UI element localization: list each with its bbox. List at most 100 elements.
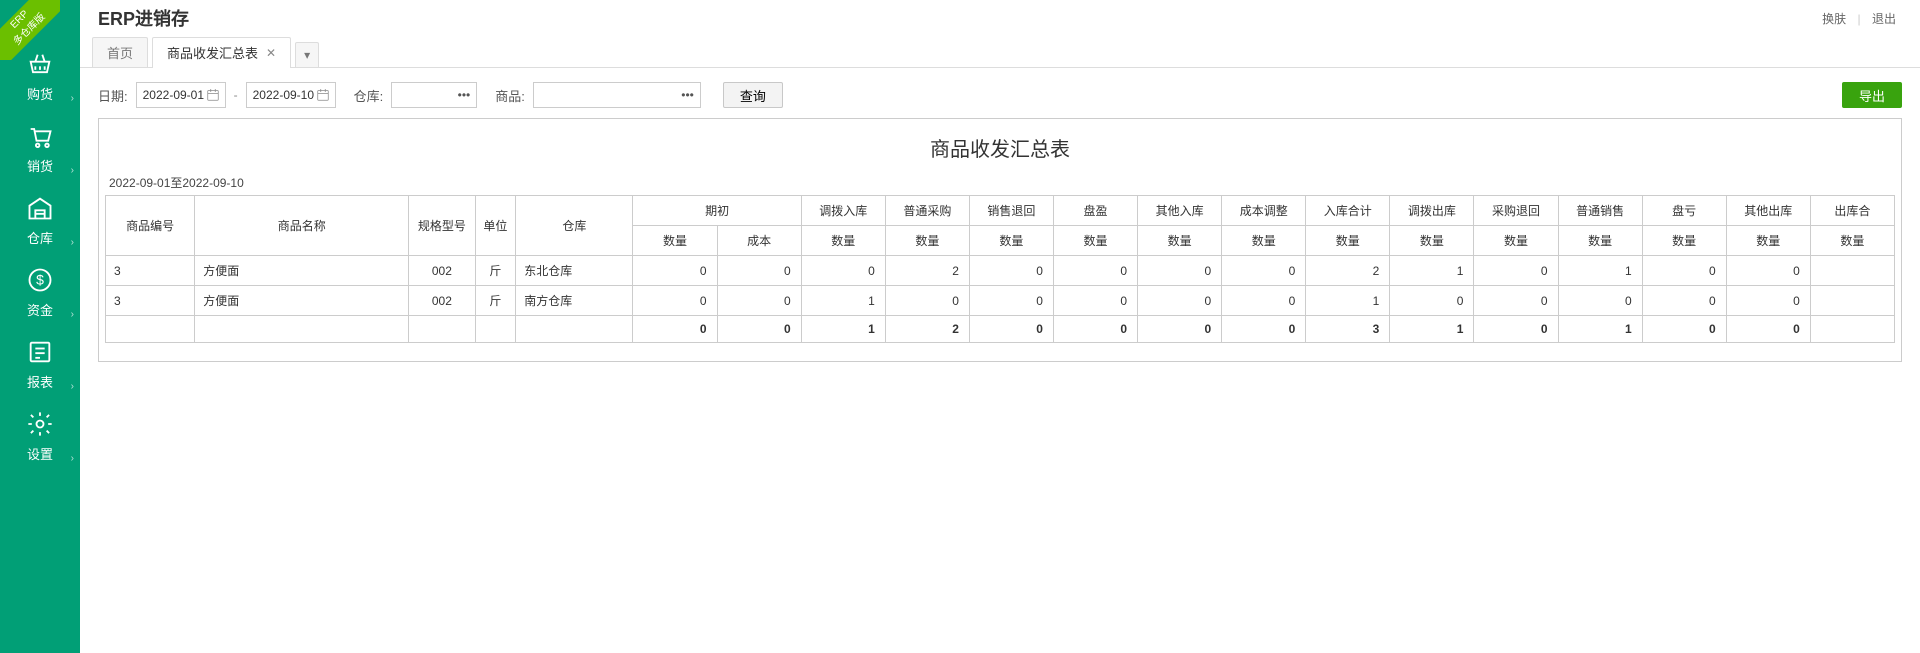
cell-value: 0 xyxy=(1053,256,1137,286)
cell-total xyxy=(1810,316,1894,343)
chevron-right-icon: › xyxy=(71,453,74,464)
query-button[interactable]: 查询 xyxy=(723,82,783,108)
table-header: 普通采购 xyxy=(885,196,969,226)
sidebar: 购货›销货›仓库›$资金›报表›设置› xyxy=(0,0,80,653)
date-from-value: 2022-09-01 xyxy=(143,88,204,102)
table-header: 销售退回 xyxy=(969,196,1053,226)
table-header: 其他出库 xyxy=(1726,196,1810,226)
calendar-icon[interactable] xyxy=(207,89,219,101)
cell-total: 0 xyxy=(1726,316,1810,343)
table-subheader: 数量 xyxy=(801,226,885,256)
table-header: 仓库 xyxy=(516,196,633,256)
cell-warehouse: 南方仓库 xyxy=(516,286,633,316)
cell-value: 0 xyxy=(717,286,801,316)
close-icon[interactable]: ✕ xyxy=(266,46,276,60)
cell-name: 方便面 xyxy=(195,286,409,316)
calendar-icon[interactable] xyxy=(317,89,329,101)
table-header: 商品名称 xyxy=(195,196,409,256)
table-header: 盘盈 xyxy=(1053,196,1137,226)
cart-icon xyxy=(26,122,54,150)
table-header: 调拨入库 xyxy=(801,196,885,226)
header: ERP进销存 换肤 | 退出 xyxy=(80,0,1920,36)
cell-spec: 002 xyxy=(409,286,475,316)
chevron-right-icon: › xyxy=(71,381,74,392)
cell-total xyxy=(516,316,633,343)
cell-value: 0 xyxy=(1726,256,1810,286)
report-table-scroll[interactable]: 商品编号商品名称规格型号单位仓库期初调拨入库普通采购销售退回盘盈其他入库成本调整… xyxy=(105,195,1895,343)
sidebar-item-warehouse[interactable]: 仓库› xyxy=(0,184,80,256)
cell-value: 0 xyxy=(1474,286,1558,316)
sidebar-item-money[interactable]: $资金› xyxy=(0,256,80,328)
ellipsis-icon[interactable]: ••• xyxy=(681,88,694,102)
table-subheader: 数量 xyxy=(1558,226,1642,256)
cell-value: 2 xyxy=(1306,256,1390,286)
cell-value: 0 xyxy=(1642,256,1726,286)
sidebar-item-label: 销货 xyxy=(27,156,53,175)
cell-value: 0 xyxy=(1222,286,1306,316)
cell-total: 0 xyxy=(1053,316,1137,343)
cell-total: 0 xyxy=(633,316,717,343)
cell-total: 0 xyxy=(1642,316,1726,343)
cell-value: 2 xyxy=(885,256,969,286)
product-label: 商品: xyxy=(495,86,525,105)
app-title: ERP进销存 xyxy=(98,5,189,31)
cell-spec: 002 xyxy=(409,256,475,286)
table-header: 出库合 xyxy=(1810,196,1894,226)
sidebar-item-label: 仓库 xyxy=(27,228,53,247)
tabs-menu-button[interactable]: ▾ xyxy=(295,42,319,67)
tab-label: 首页 xyxy=(107,43,133,62)
table-subheader: 数量 xyxy=(885,226,969,256)
table-subheader: 成本 xyxy=(717,226,801,256)
export-button[interactable]: 导出 xyxy=(1842,82,1902,108)
cell-total: 0 xyxy=(1474,316,1558,343)
table-row[interactable]: 3方便面002斤南方仓库00100000100000 xyxy=(106,286,1895,316)
sidebar-item-gear[interactable]: 设置 › xyxy=(0,400,80,472)
sidebar-item-report[interactable]: 报表› xyxy=(0,328,80,400)
table-row[interactable]: 3方便面002斤东北仓库00020000210100 xyxy=(106,256,1895,286)
cell-value: 0 xyxy=(633,286,717,316)
chevron-right-icon: › xyxy=(71,93,74,104)
table-subheader: 数量 xyxy=(1726,226,1810,256)
cell-value: 0 xyxy=(717,256,801,286)
table-header: 入库合计 xyxy=(1306,196,1390,226)
sidebar-item-label: 资金 xyxy=(27,300,53,319)
cell-value: 0 xyxy=(801,256,885,286)
tab-首页[interactable]: 首页 xyxy=(92,37,148,67)
date-from-input[interactable]: 2022-09-01 xyxy=(136,82,226,108)
svg-text:$: $ xyxy=(36,271,44,287)
ellipsis-icon[interactable]: ••• xyxy=(458,88,471,102)
cell-total: 0 xyxy=(1222,316,1306,343)
cell-value: 1 xyxy=(1306,286,1390,316)
table-subheader: 数量 xyxy=(1474,226,1558,256)
logout-link[interactable]: 退出 xyxy=(1868,12,1900,26)
table-header: 普通销售 xyxy=(1558,196,1642,226)
cell-value: 0 xyxy=(1222,256,1306,286)
report-date-range: 2022-09-01至2022-09-10 xyxy=(105,174,1895,195)
product-input[interactable]: ••• xyxy=(533,82,701,108)
table-subheader: 数量 xyxy=(633,226,717,256)
cell-value: 0 xyxy=(1053,286,1137,316)
sidebar-item-label: 设置 xyxy=(27,444,53,463)
table-subheader: 数量 xyxy=(969,226,1053,256)
warehouse-input[interactable]: ••• xyxy=(391,82,477,108)
date-to-input[interactable]: 2022-09-10 xyxy=(246,82,336,108)
money-icon: $ xyxy=(26,266,54,294)
cell-unit: 斤 xyxy=(475,286,516,316)
table-total-row: 00120000310100 xyxy=(106,316,1895,343)
chevron-right-icon: › xyxy=(71,165,74,176)
cell-id: 3 xyxy=(106,256,195,286)
table-subheader: 数量 xyxy=(1642,226,1726,256)
table-header: 单位 xyxy=(475,196,516,256)
cell-value: 0 xyxy=(633,256,717,286)
table-subheader: 数量 xyxy=(1053,226,1137,256)
date-range-separator: - xyxy=(234,88,238,102)
cell-total xyxy=(106,316,195,343)
date-to-value: 2022-09-10 xyxy=(253,88,314,102)
tab-商品收发汇总表[interactable]: 商品收发汇总表✕ xyxy=(152,37,291,67)
table-subheader: 数量 xyxy=(1222,226,1306,256)
cell-name: 方便面 xyxy=(195,256,409,286)
sidebar-item-cart[interactable]: 销货 › xyxy=(0,112,80,184)
cell-value: 0 xyxy=(969,256,1053,286)
skin-link[interactable]: 换肤 xyxy=(1818,12,1850,26)
cell-total xyxy=(475,316,516,343)
